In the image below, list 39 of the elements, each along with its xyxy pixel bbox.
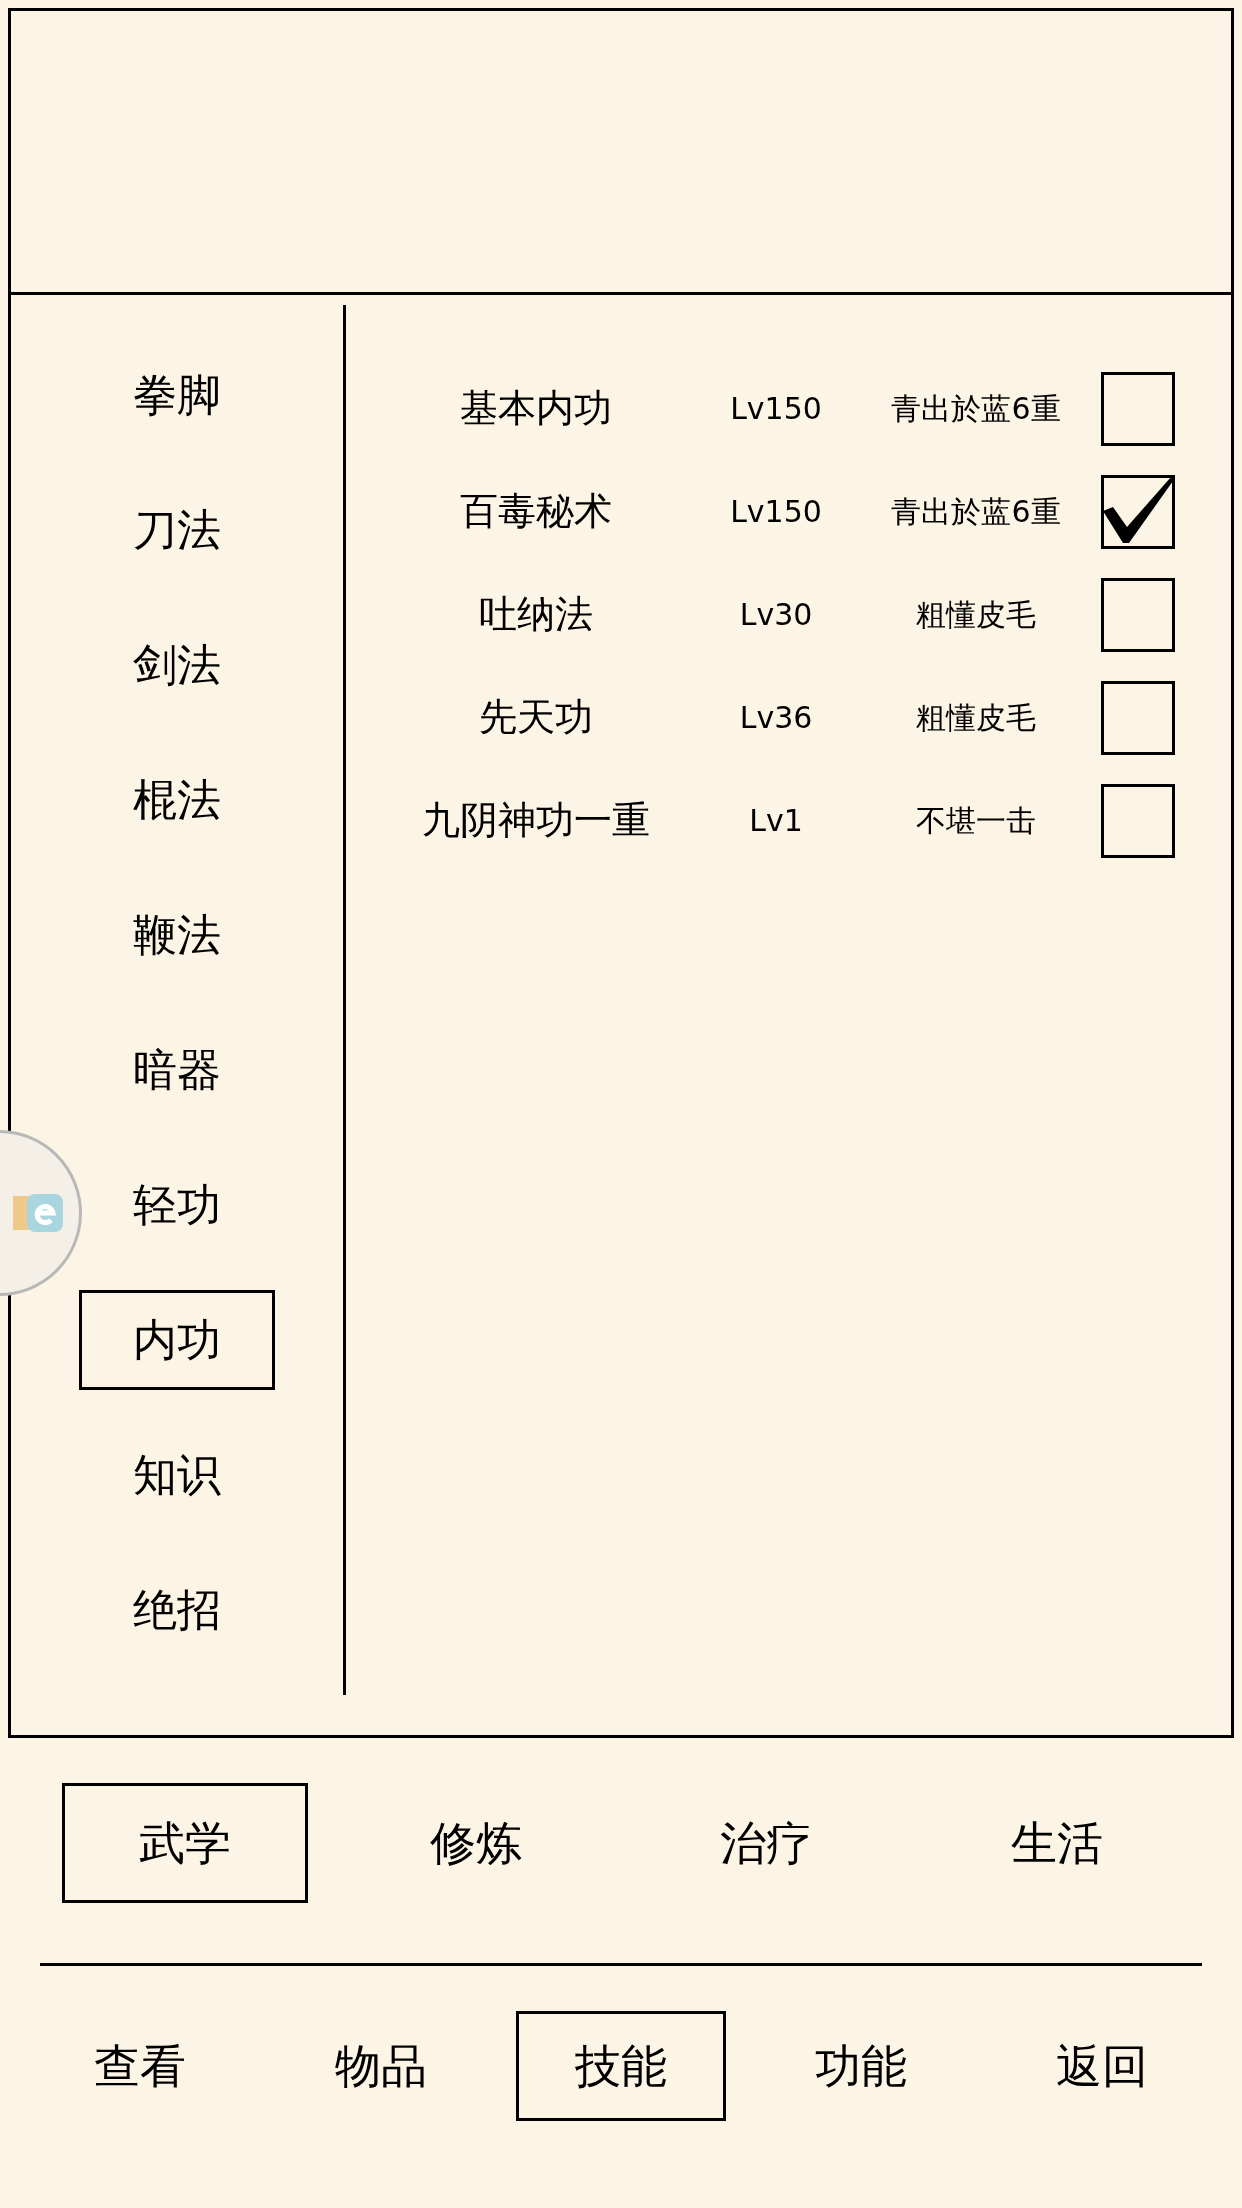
nav-tab[interactable]: 查看 bbox=[35, 2011, 246, 2121]
skill-level: Lv30 bbox=[738, 596, 814, 634]
skill-checkbox[interactable] bbox=[1101, 371, 1175, 446]
skill-name: 九阴神功一重 bbox=[421, 797, 651, 844]
nav-tab[interactable]: 返回 bbox=[996, 2011, 1207, 2121]
category-tab[interactable]: 知识 bbox=[79, 1425, 275, 1525]
skill-level: Lv36 bbox=[738, 699, 814, 737]
skill-checkbox[interactable] bbox=[1101, 783, 1175, 858]
skill-name: 先天功 bbox=[478, 694, 594, 741]
skill-rank: 青出於蓝6重 bbox=[890, 493, 1062, 531]
nav-tab[interactable]: 物品 bbox=[275, 2011, 486, 2121]
section-tab[interactable]: 生活 bbox=[933, 1783, 1180, 1903]
nav-tab[interactable]: 功能 bbox=[756, 2011, 967, 2121]
skill-name: 吐纳法 bbox=[478, 591, 594, 638]
skill-name: 百毒秘术 bbox=[459, 488, 613, 535]
section-tab[interactable]: 治疗 bbox=[643, 1783, 890, 1903]
skill-checkbox[interactable] bbox=[1101, 474, 1175, 549]
category-tab[interactable]: 刀法 bbox=[79, 480, 275, 580]
skill-checkbox[interactable] bbox=[1101, 577, 1175, 652]
category-tab[interactable]: 鞭法 bbox=[79, 885, 275, 985]
skill-rank: 粗懂皮毛 bbox=[915, 699, 1037, 737]
skill-rank: 不堪一击 bbox=[915, 802, 1037, 840]
category-tab[interactable]: 轻功 bbox=[79, 1155, 275, 1255]
category-tab[interactable]: 暗器 bbox=[79, 1020, 275, 1120]
category-tab[interactable]: 棍法 bbox=[79, 750, 275, 850]
category-tab[interactable]: 内功 bbox=[79, 1290, 275, 1390]
skill-rank: 青出於蓝6重 bbox=[890, 390, 1062, 428]
nav-tab[interactable]: 技能 bbox=[515, 2011, 726, 2121]
skill-level: Lv150 bbox=[729, 390, 823, 428]
category-tab[interactable]: 绝招 bbox=[79, 1560, 275, 1660]
skill-checkbox[interactable] bbox=[1101, 680, 1175, 755]
skill-name: 基本内功 bbox=[459, 385, 613, 432]
section-tab[interactable]: 修炼 bbox=[352, 1783, 599, 1903]
skill-level: Lv1 bbox=[748, 802, 804, 840]
category-tab[interactable]: 剑法 bbox=[79, 615, 275, 715]
category-tab[interactable]: 拳脚 bbox=[79, 345, 275, 445]
skill-level: Lv150 bbox=[729, 493, 823, 531]
skill-rank: 粗懂皮毛 bbox=[915, 596, 1037, 634]
section-tab[interactable]: 武学 bbox=[62, 1783, 309, 1903]
